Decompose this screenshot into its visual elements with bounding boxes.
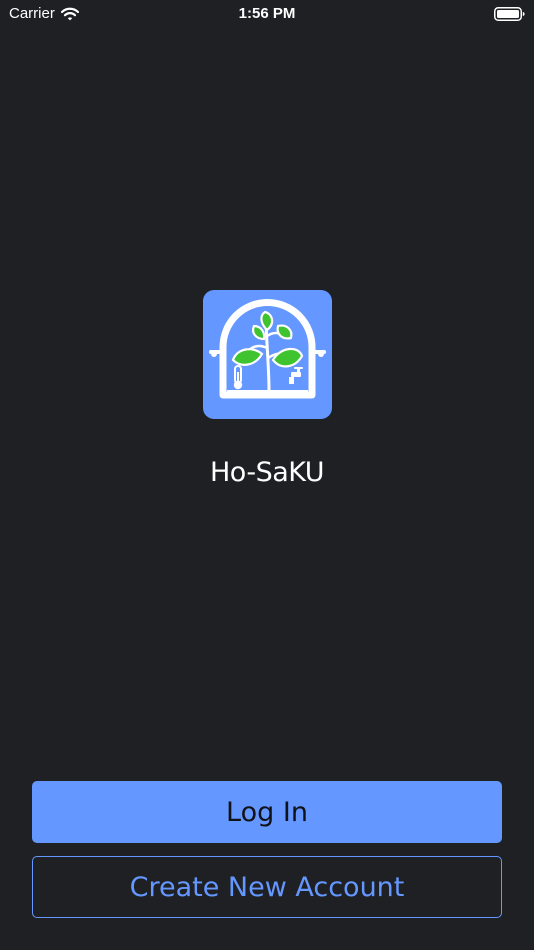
status-bar: Carrier 1:56 PM xyxy=(0,0,534,28)
status-time: 1:56 PM xyxy=(238,5,296,22)
app-logo-icon xyxy=(203,290,332,419)
battery-full-icon xyxy=(494,7,525,21)
app-name: Ho-SaKU xyxy=(210,457,325,488)
login-button[interactable]: Log In xyxy=(32,781,502,843)
create-account-button[interactable]: Create New Account xyxy=(32,856,502,918)
